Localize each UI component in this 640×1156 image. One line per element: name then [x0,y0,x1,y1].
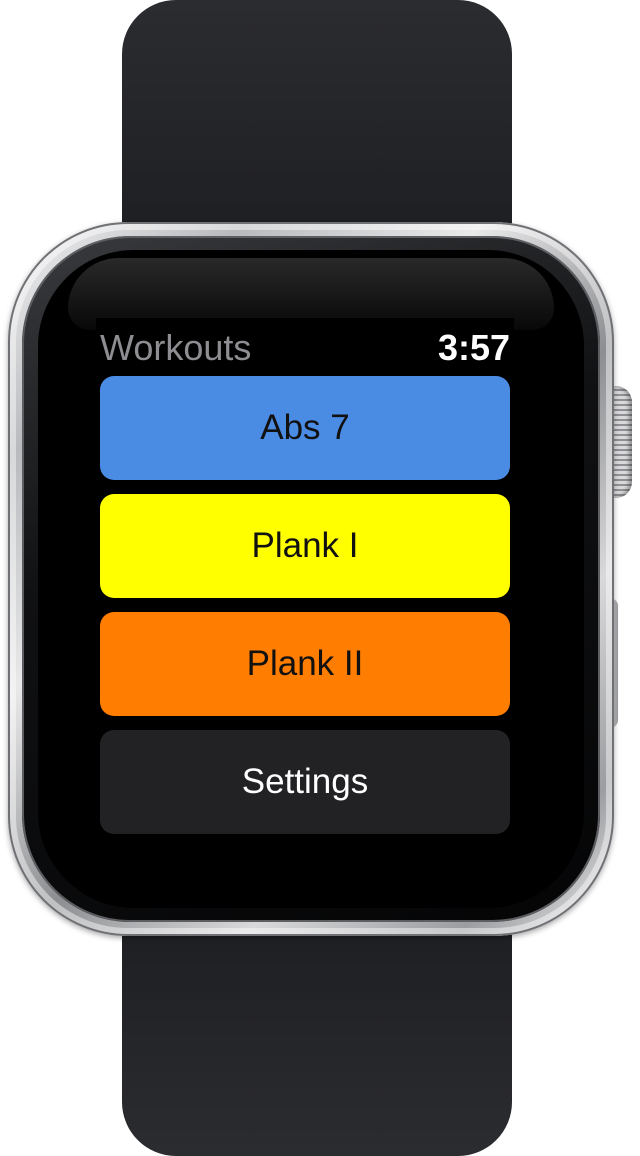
status-bar: Workouts 3:57 [96,318,514,370]
workout-button-label: Plank I [251,526,359,565]
workout-button-label: Plank II [246,644,364,683]
workout-button-plank-i[interactable]: Plank I [100,494,510,598]
workout-button-plank-ii[interactable]: Plank II [100,612,510,716]
settings-button[interactable]: Settings [100,730,510,834]
watch-screen: Workouts 3:57 Abs 7 Plank I Plank II Set… [96,318,514,842]
workout-button-label: Abs 7 [260,408,350,447]
clock: 3:57 [437,327,510,368]
watch-device: Workouts 3:57 Abs 7 Plank I Plank II Set… [0,0,640,1156]
workout-button-abs-7[interactable]: Abs 7 [100,376,510,480]
settings-button-label: Settings [241,762,369,801]
app-title[interactable]: Workouts [100,326,251,370]
